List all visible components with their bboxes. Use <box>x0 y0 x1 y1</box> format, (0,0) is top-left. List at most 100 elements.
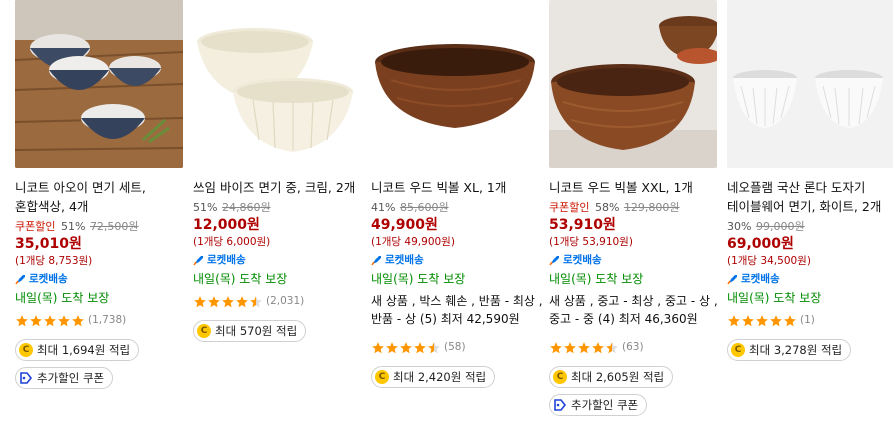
star-icon <box>207 294 221 308</box>
rating: (1,738) <box>15 311 187 329</box>
star-icon <box>43 313 57 327</box>
star-icon <box>577 340 591 354</box>
delivery-guarantee: 내일(목) 도착 보장 <box>549 272 644 286</box>
reward-pill[interactable]: C 최대 2,605원 적립 <box>549 366 674 388</box>
rocket-label: 로켓배송 <box>29 273 68 285</box>
coupon-discount-label: 쿠폰할인 <box>549 201 590 214</box>
star-icon <box>605 340 619 354</box>
star-icon <box>371 340 385 354</box>
product-card[interactable]: 쓰임 바이즈 면기 중, 크림, 2개 51% 24,860원 12,000원 … <box>193 0 365 342</box>
discount-rate: 58% <box>594 201 620 214</box>
unit-price: (1개당 53,910원) <box>549 236 633 248</box>
coin-icon: C <box>197 324 211 338</box>
extra-coupon-text: 추가할인 쿠폰 <box>571 398 639 412</box>
reward-pill[interactable]: C 최대 2,420원 적립 <box>371 366 496 388</box>
product-card[interactable]: 니코트 아오이 면기 세트, 혼합색상, 4개 쿠폰할인 51% 72,500원… <box>15 0 187 389</box>
rocket-label: 로켓배송 <box>563 254 602 266</box>
unit-price: (1개당 8,753원) <box>15 255 93 267</box>
product-card[interactable]: 네오플램 국산 론다 도자기 테이블웨어 면기, 화이트, 2개 30% 99,… <box>727 0 893 361</box>
product-name[interactable]: 네오플램 국산 론다 도자기 테이블웨어 면기, 화이트, 2개 <box>727 178 893 216</box>
reward-text: 최대 570원 적립 <box>215 324 298 338</box>
product-image-nicot-aoi-bowl-set[interactable] <box>15 0 183 168</box>
review-count: (2,031) <box>266 295 305 307</box>
discount-row: 쿠폰할인 58% 129,800원 <box>549 200 721 216</box>
coin-icon: C <box>375 370 389 384</box>
delivery-guarantee: 내일(목) 도착 보장 <box>727 291 822 305</box>
discount-rate: 51% <box>193 201 218 214</box>
original-price: 24,860원 <box>221 201 271 214</box>
reward-text: 최대 2,420원 적립 <box>393 370 487 384</box>
discount-row: 41% 85,600원 <box>371 200 543 216</box>
product-name[interactable]: 니코트 우드 빅볼 XL, 1개 <box>371 178 543 197</box>
product-name[interactable]: 니코트 우드 빅볼 XXL, 1개 <box>549 178 721 197</box>
delivery-guarantee: 내일(목) 도착 보장 <box>15 291 110 305</box>
original-price: 85,600원 <box>399 201 449 214</box>
star-icon <box>399 340 413 354</box>
star-icon <box>29 313 43 327</box>
coupon-tag-icon <box>20 372 33 384</box>
star-icon <box>193 294 207 308</box>
used-options-link[interactable]: 새 상품 , 박스 훼손 , 반품 - 최상 , 반품 - 상 (5) 최저 4… <box>371 292 543 328</box>
product-image-nicot-wood-bowl-xxl[interactable] <box>549 0 717 168</box>
rocket-icon <box>727 275 737 285</box>
product-image-nicot-wood-bowl-xl[interactable] <box>371 0 539 168</box>
star-icon <box>57 313 71 327</box>
rocket-delivery-badge: 로켓배송 <box>549 252 721 268</box>
coin-icon: C <box>19 343 33 357</box>
rating: (58) <box>371 338 543 356</box>
star-rating <box>371 340 441 354</box>
product-image-sseuim-bowl[interactable] <box>193 0 361 168</box>
star-icon <box>769 313 783 327</box>
used-options-link[interactable]: 새 상품 , 중고 - 최상 , 중고 - 상 , 중고 - 중 (4) 최저 … <box>549 292 721 328</box>
rocket-icon <box>193 256 203 266</box>
star-icon <box>249 294 263 308</box>
rating: (1) <box>727 311 893 329</box>
star-icon <box>71 313 85 327</box>
star-icon <box>755 313 769 327</box>
discount-rate: 30% <box>727 220 752 233</box>
star-icon <box>591 340 605 354</box>
review-count: (1,738) <box>88 314 127 326</box>
discount-rate: 41% <box>371 201 396 214</box>
coin-icon: C <box>731 343 745 357</box>
product-card[interactable]: 니코트 우드 빅볼 XL, 1개 41% 85,600원 49,900원 (1개… <box>371 0 543 388</box>
unit-price: (1개당 49,900원) <box>371 236 455 248</box>
product-name[interactable]: 니코트 아오이 면기 세트, 혼합색상, 4개 <box>15 178 187 216</box>
extra-coupon-pill[interactable]: 추가할인 쿠폰 <box>549 394 648 416</box>
star-icon <box>727 313 741 327</box>
reward-pill[interactable]: C 최대 570원 적립 <box>193 320 307 342</box>
sale-price: 35,010원 <box>15 236 82 252</box>
star-rating <box>193 294 263 308</box>
review-count: (58) <box>444 341 466 353</box>
star-icon <box>221 294 235 308</box>
rocket-icon <box>15 275 25 285</box>
star-icon <box>427 340 441 354</box>
rocket-label: 로켓배송 <box>741 273 780 285</box>
rocket-label: 로켓배송 <box>385 254 424 266</box>
coin-icon: C <box>553 370 567 384</box>
discount-rate: 51% <box>60 220 86 233</box>
reward-text: 최대 1,694원 적립 <box>37 343 131 357</box>
review-count: (63) <box>622 341 644 353</box>
star-icon <box>385 340 399 354</box>
unit-price: (1개당 34,500원) <box>727 255 811 267</box>
product-card[interactable]: 니코트 우드 빅볼 XXL, 1개 쿠폰할인 58% 129,800원 53,9… <box>549 0 721 416</box>
reward-pill[interactable]: C 최대 1,694원 적립 <box>15 339 140 361</box>
extra-coupon-pill[interactable]: 추가할인 쿠폰 <box>15 367 114 389</box>
rocket-icon <box>549 256 559 266</box>
product-image-neoflam-ronda-bowl[interactable] <box>727 0 893 168</box>
discount-row: 51% 24,860원 <box>193 200 365 216</box>
star-icon <box>563 340 577 354</box>
original-price: 72,500원 <box>89 220 139 233</box>
extra-coupon-text: 추가할인 쿠폰 <box>37 371 105 385</box>
star-icon <box>235 294 249 308</box>
reward-pill[interactable]: C 최대 3,278원 적립 <box>727 339 852 361</box>
coupon-discount-label: 쿠폰할인 <box>15 220 56 233</box>
delivery-guarantee: 내일(목) 도착 보장 <box>193 272 288 286</box>
product-name[interactable]: 쓰임 바이즈 면기 중, 크림, 2개 <box>193 178 365 197</box>
star-icon <box>549 340 563 354</box>
sale-price: 69,000원 <box>727 236 794 252</box>
rocket-delivery-badge: 로켓배송 <box>727 271 893 287</box>
rating: (63) <box>549 338 721 356</box>
star-rating <box>15 313 85 327</box>
